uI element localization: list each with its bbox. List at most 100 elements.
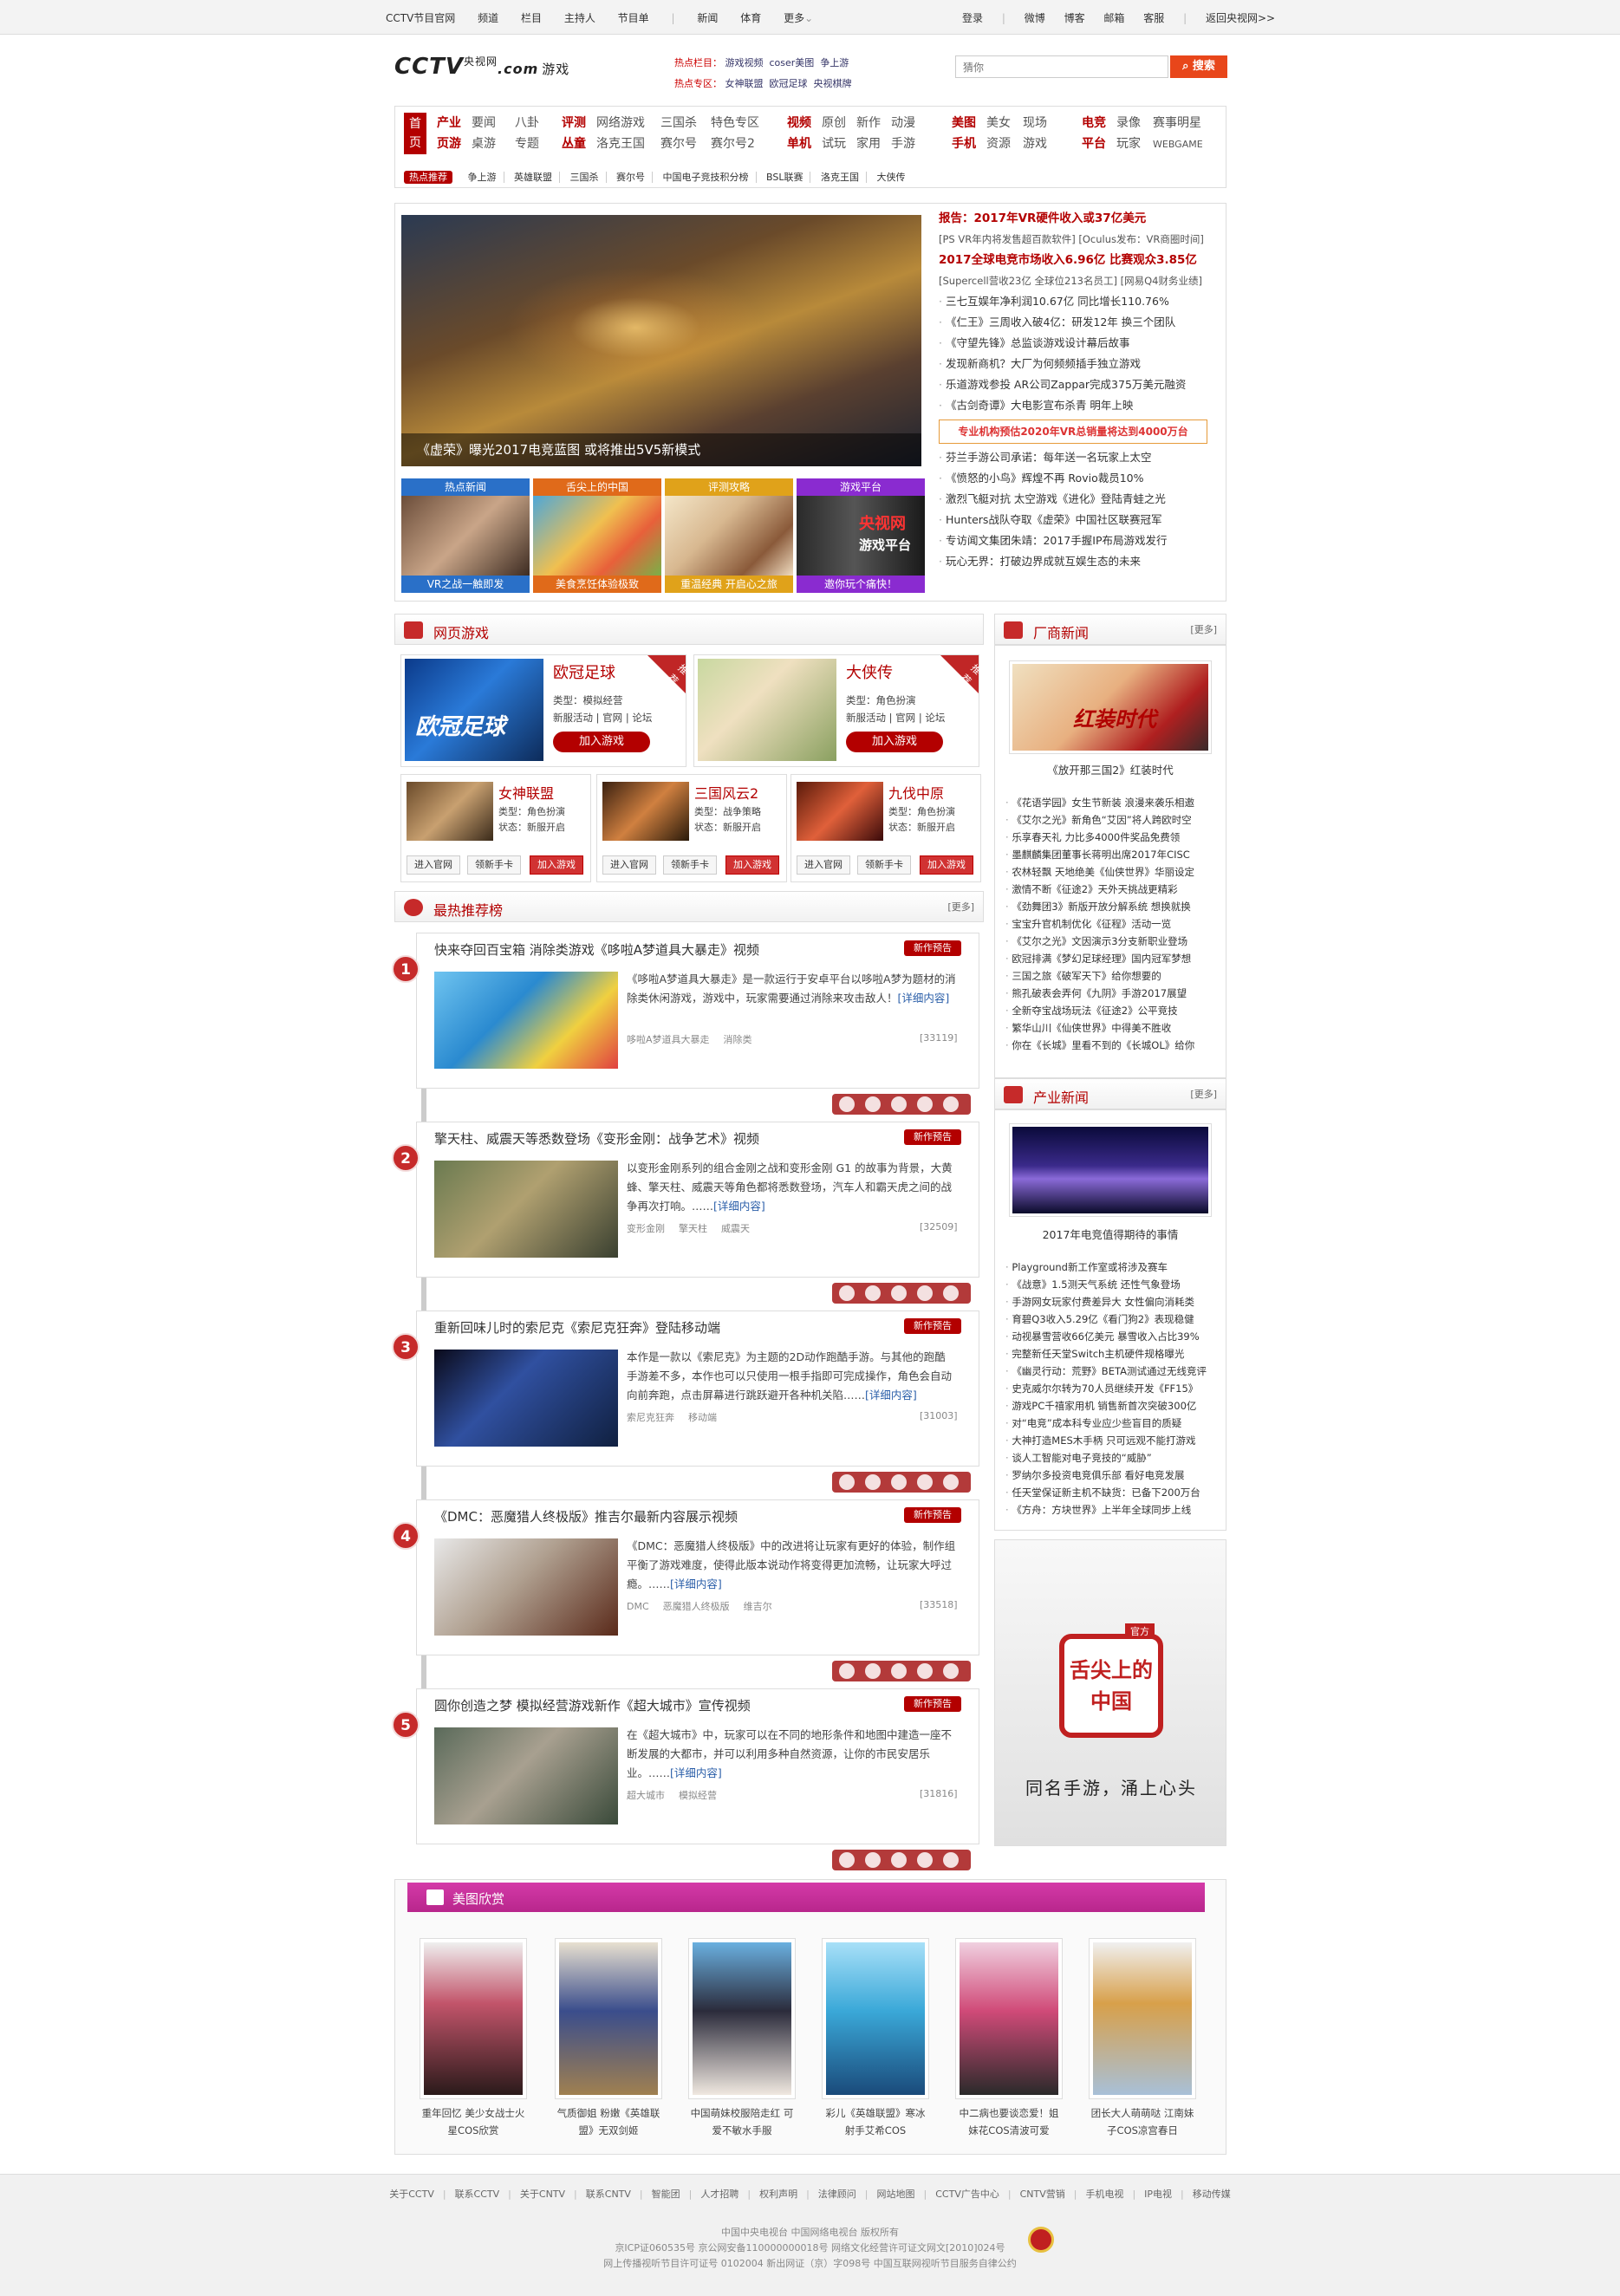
game-image[interactable] xyxy=(698,659,836,761)
official-site-button[interactable]: 进入官网 xyxy=(602,855,656,875)
game-image[interactable] xyxy=(602,782,689,841)
sub-link[interactable]: 三国杀 xyxy=(569,172,607,183)
footer-link[interactable]: 移动传媒 xyxy=(1193,2189,1231,2200)
news-item[interactable]: 玩心无界：打破边界成就互娱生态的未来 xyxy=(939,551,1225,572)
news-item[interactable]: 完整新任天堂Switch主机硬件规格曝光 xyxy=(1005,1345,1222,1363)
nav-link[interactable]: 平台 xyxy=(1082,133,1116,154)
back-home-link[interactable]: 返回央视网>> xyxy=(1206,10,1275,25)
keyword[interactable]: 消除类 xyxy=(724,1034,752,1045)
nav-link[interactable]: 赛尔号 xyxy=(660,133,711,154)
keyword[interactable]: 维吉尔 xyxy=(744,1601,772,1612)
hot-link[interactable]: 欧冠足球 xyxy=(770,78,808,89)
share-icon[interactable] xyxy=(865,1285,881,1301)
nav-link[interactable]: 电竞 xyxy=(1082,113,1116,133)
share-icon[interactable] xyxy=(839,1852,855,1868)
news-item[interactable]: 谈人工智能对电子竞技的“威胁” xyxy=(1005,1449,1222,1467)
game-image[interactable] xyxy=(407,782,493,841)
news-item[interactable]: 你在《长城》里看不到的《长城OL》给你 xyxy=(1005,1037,1222,1054)
detail-link[interactable]: [详细内容] xyxy=(713,1200,765,1213)
search-input[interactable] xyxy=(956,56,1171,78)
nav-link[interactable]: 玩家 xyxy=(1116,133,1153,154)
login-link[interactable]: 登录 xyxy=(962,10,983,25)
share-icon[interactable] xyxy=(943,1852,959,1868)
footer-link[interactable]: 关于CCTV xyxy=(389,2189,434,2200)
share-icon[interactable] xyxy=(839,1663,855,1679)
sub-link[interactable]: BSL联赛 xyxy=(766,172,811,183)
news-item[interactable]: Playground新工作室或将涉及赛车 xyxy=(1005,1259,1222,1276)
keyword[interactable]: 模拟经营 xyxy=(679,1790,717,1801)
detail-link[interactable]: [详细内容] xyxy=(670,1766,722,1779)
sub-link[interactable]: 英雄联盟 xyxy=(514,172,560,183)
nav-link[interactable]: 特色专区 xyxy=(711,113,768,133)
news-item[interactable]: 繁华山川《仙侠世界》中得美不胜收 xyxy=(1005,1019,1222,1037)
photo-item[interactable]: 气质御姐 粉嫩《英雄联 盟》无双剑姬 xyxy=(555,1938,662,2146)
share-icon[interactable] xyxy=(865,1852,881,1868)
footer-link[interactable]: 关于CNTV xyxy=(520,2189,565,2200)
news-item[interactable]: 三七互娱年净利润10.67亿 同比增长110.76% xyxy=(939,291,1225,312)
news-item[interactable]: 农林轻飘 天地绝美《仙侠世界》华丽设定 xyxy=(1005,863,1222,881)
thumb-review[interactable]: 评测攻略 重温经典 开启心之旅 xyxy=(665,478,793,593)
news-item[interactable]: 动视暴雪营收66亿美元 暴雪收入占比39% xyxy=(1005,1328,1222,1345)
top-link[interactable]: CCTV节目官网 xyxy=(386,10,455,25)
hot-link[interactable]: 游戏视频 xyxy=(725,57,764,68)
nav-link[interactable]: 洛克王国 xyxy=(596,133,660,154)
detail-link[interactable]: [详细内容] xyxy=(670,1577,722,1590)
nav-link[interactable]: 原创 xyxy=(822,113,856,133)
nav-link[interactable]: 单机 xyxy=(787,133,822,154)
sub-link[interactable]: 中国电子竞技积分榜 xyxy=(662,172,757,183)
game-image[interactable] xyxy=(797,782,883,841)
thumb-hot-news[interactable]: 热点新闻 VR之战一触即发 xyxy=(401,478,530,593)
top-link[interactable]: 频道 xyxy=(478,10,498,25)
detail-link[interactable]: [详细内容] xyxy=(865,1389,917,1402)
rank-title[interactable]: 圆你创造之梦 模拟经营游戏新作《超大城市》宣传视频 xyxy=(434,1696,751,1714)
join-game-button[interactable]: 加入游戏 xyxy=(553,732,650,752)
news-item[interactable]: 大神打造MES木手柄 只可远观不能打游戏 xyxy=(1005,1432,1222,1449)
share-icon[interactable] xyxy=(891,1285,907,1301)
official-site-button[interactable]: 进入官网 xyxy=(407,855,460,875)
join-game-button[interactable]: 加入游戏 xyxy=(920,855,973,875)
rank-title[interactable]: 擎天柱、威震天等悉数登场《变形金刚：战争艺术》视频 xyxy=(434,1129,759,1148)
nav-link[interactable]: 游戏 xyxy=(1023,133,1059,154)
hot-link[interactable]: 央视棋牌 xyxy=(814,78,852,89)
news-item[interactable]: 游戏PC千禧家用机 销售新首次突破300亿 xyxy=(1005,1397,1222,1415)
share-icon[interactable] xyxy=(839,1285,855,1301)
news-item[interactable]: 《战意》1.5测天气系统 还性气象登场 xyxy=(1005,1276,1222,1293)
keyword[interactable]: 威震天 xyxy=(721,1223,750,1234)
news-item[interactable]: 《劲舞团3》新版开放分解系统 想换就换 xyxy=(1005,898,1222,915)
footer-link[interactable]: 网站地图 xyxy=(877,2189,915,2200)
nav-link[interactable]: 录像 xyxy=(1116,113,1153,133)
news-item[interactable]: 全新夺宝战场玩法《征途2》公平竞技 xyxy=(1005,1002,1222,1019)
share-icon[interactable] xyxy=(891,1474,907,1490)
highlight-banner[interactable]: 专业机构预估2020年VR总销量将达到4000万台 xyxy=(939,420,1207,444)
rank-title[interactable]: 《DMC：恶魔猎人终极版》推吉尔最新内容展示视频 xyxy=(434,1507,738,1525)
detail-link[interactable]: [详细内容] xyxy=(898,992,950,1005)
news-item[interactable]: 《愤怒的小鸟》辉煌不再 Rovio裁员10% xyxy=(939,468,1225,489)
nav-link[interactable]: 产业 xyxy=(437,113,472,133)
photo-item[interactable]: 中国萌妹校服陪走红 可爱不敏水手服 xyxy=(688,1938,796,2146)
news-item[interactable]: 墨麒麟集团董事长蒋明出席2017年CISC xyxy=(1005,846,1222,863)
sub-link[interactable]: 大侠传 xyxy=(876,172,912,183)
keyword[interactable]: DMC xyxy=(627,1601,649,1612)
keyword[interactable]: 超大城市 xyxy=(627,1790,665,1801)
novice-card-button[interactable]: 领新手卡 xyxy=(663,855,717,875)
news-item[interactable]: 三国之旅《破军天下》给你想要的 xyxy=(1005,967,1222,985)
hot-link[interactable]: coser美图 xyxy=(770,57,815,68)
more-link[interactable]: [更多] xyxy=(947,900,974,914)
thumb-platform[interactable]: 游戏平台 央视网 游戏平台 邀你玩个痛快！ xyxy=(797,478,925,593)
service-link[interactable]: 客服 xyxy=(1143,10,1164,25)
hot-link[interactable]: 女神联盟 xyxy=(725,78,764,89)
photo-item[interactable]: 彩儿《英雄联盟》寒冰 射手艾希COS xyxy=(822,1938,929,2146)
news-item[interactable]: 专访闻文集团朱靖：2017手握IP布局游戏发行 xyxy=(939,530,1225,551)
mail-link[interactable]: 邮箱 xyxy=(1103,10,1124,25)
news-item[interactable]: 《艾尔之光》文因演示3分支新职业登场 xyxy=(1005,933,1222,950)
share-icon[interactable] xyxy=(891,1663,907,1679)
top-link[interactable]: 栏目 xyxy=(521,10,542,25)
nav-link[interactable]: 美图 xyxy=(952,113,986,133)
game-name[interactable]: 女神联盟 xyxy=(498,782,554,803)
novice-card-button[interactable]: 领新手卡 xyxy=(857,855,911,875)
news-item[interactable]: 欧冠排满《梦幻足球经理》国内冠军梦想 xyxy=(1005,950,1222,967)
news-item[interactable]: 《方舟：方块世界》上半年全球同步上线 xyxy=(1005,1501,1222,1519)
weibo-link[interactable]: 微博 xyxy=(1025,10,1045,25)
footer-link[interactable]: 手机电视 xyxy=(1085,2189,1123,2200)
news-item[interactable]: 《花语学园》女生节新装 浪漫来袭乐相邀 xyxy=(1005,794,1222,811)
